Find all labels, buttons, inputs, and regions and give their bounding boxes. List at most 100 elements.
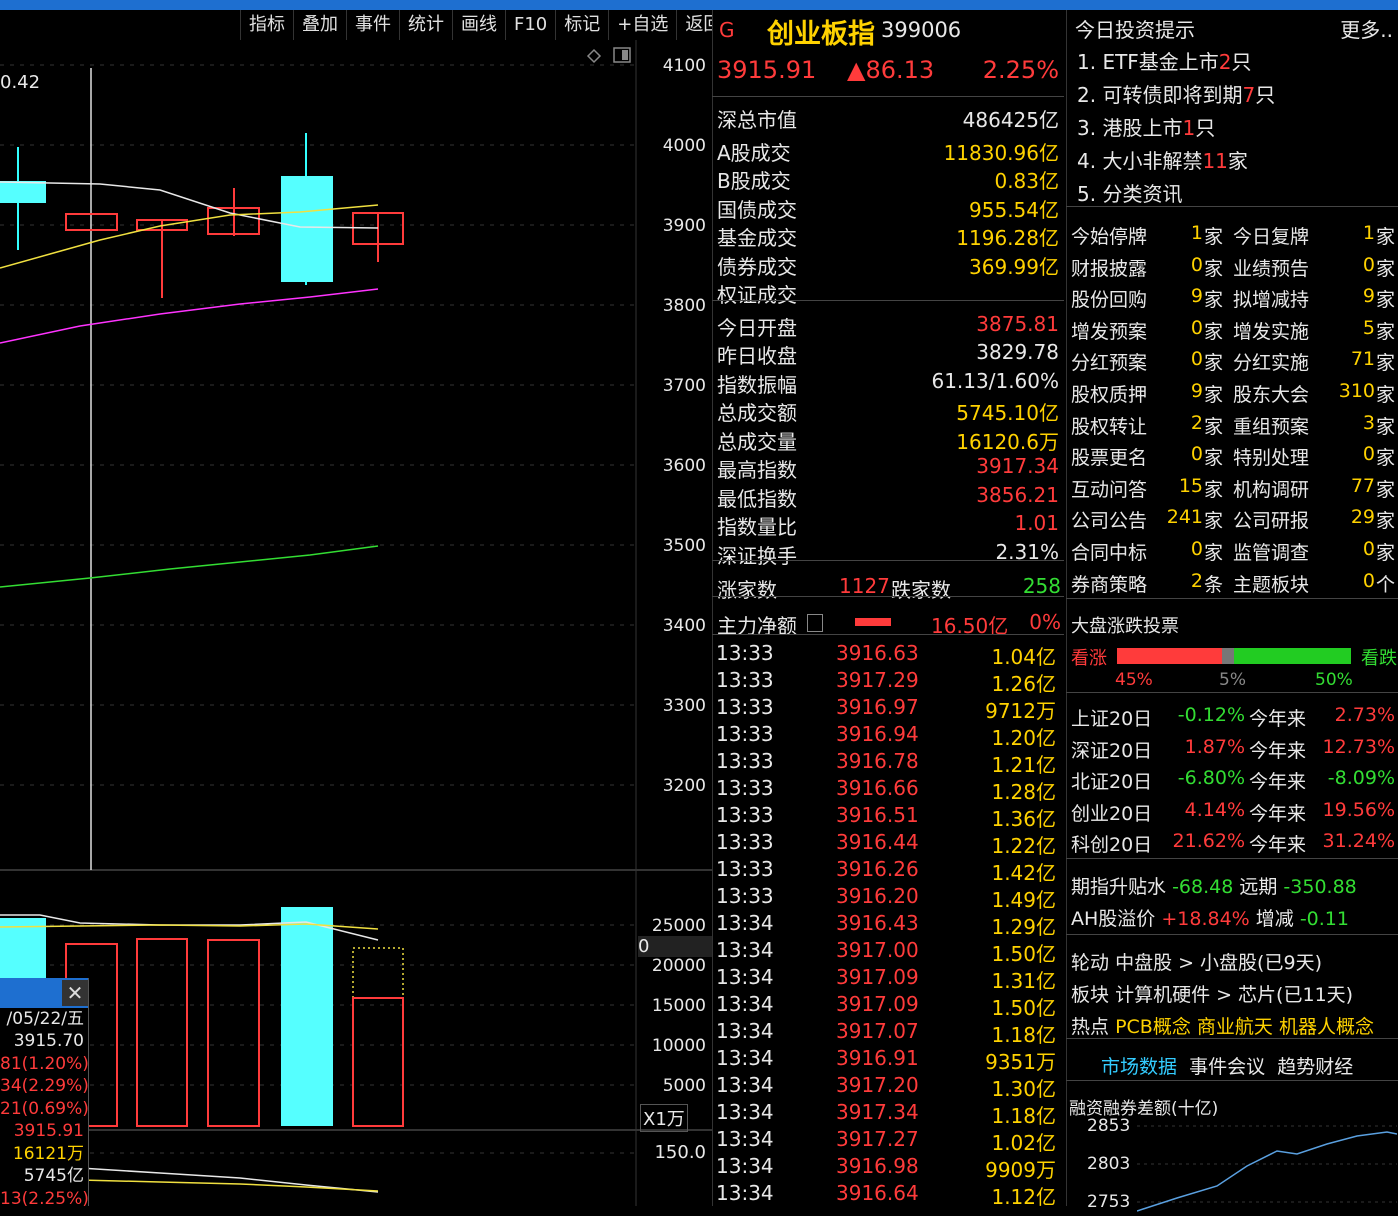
event-label[interactable]: 互动问答 [1071,475,1147,502]
tick-row[interactable]: 13:33 3916.51 1.36亿 [716,803,1060,831]
toolbar-button[interactable]: +自选 [608,10,676,40]
event-label[interactable]: 业绩预告 [1233,254,1309,281]
event-count[interactable]: 77 [1323,475,1375,497]
event-count[interactable]: 1 [1323,222,1375,244]
vote-up-label[interactable]: 看涨 [1071,644,1107,670]
vote-down-label[interactable]: 看跌 [1361,644,1397,670]
tick-row[interactable]: 13:34 3916.98 9909万 [716,1154,1060,1182]
event-count[interactable]: 71 [1323,348,1375,370]
hot-item[interactable]: 机器人概念 [1279,1016,1374,1038]
rotation-row[interactable]: 轮动 中盘股 > 小盘股(已9天) [1071,948,1322,975]
tick-row[interactable]: 13:34 3917.20 1.30亿 [716,1073,1060,1101]
event-count[interactable]: 0 [1323,254,1375,276]
event-label[interactable]: 特别处理 [1233,443,1309,470]
close-icon[interactable]: ✕ [62,980,88,1006]
hot-item[interactable]: PCB概念 [1115,1016,1191,1038]
toolbar-button[interactable]: 标记 [555,10,608,40]
tick-row[interactable]: 13:33 3916.94 1.20亿 [716,722,1060,750]
event-label[interactable]: 拟增减持 [1233,285,1309,312]
event-label[interactable]: 增发预案 [1071,317,1147,344]
event-label[interactable]: 增发实施 [1233,317,1309,344]
event-count[interactable]: 0 [1323,570,1375,592]
tick-row[interactable]: 13:34 3916.43 1.29亿 [716,911,1060,939]
event-label[interactable]: 合同中标 [1071,538,1147,565]
event-label[interactable]: 机构调研 [1233,475,1309,502]
event-count[interactable]: 0 [1163,538,1203,560]
tick-row[interactable]: 13:33 3916.66 1.28亿 [716,776,1060,804]
tips-more-link[interactable]: 更多.. [1340,14,1393,43]
event-count[interactable]: 0 [1323,538,1375,560]
toolbar-button[interactable]: 画线 [452,10,505,40]
event-label[interactable]: 股份回购 [1071,285,1147,312]
event-label[interactable]: 重组预案 [1233,412,1309,439]
tick-row[interactable]: 13:34 3917.09 1.31亿 [716,965,1060,993]
event-label[interactable]: 分红预案 [1071,348,1147,375]
event-count[interactable]: 3 [1323,412,1375,434]
event-label[interactable]: 今始停牌 [1071,222,1147,249]
tab-trend[interactable]: 趋势财经 [1277,1056,1353,1078]
event-count[interactable]: 0 [1163,348,1203,370]
tick-row[interactable]: 13:34 3917.34 1.18亿 [716,1100,1060,1128]
tick-row[interactable]: 13:34 3917.09 1.50亿 [716,992,1060,1020]
event-label[interactable]: 公司公告 [1071,506,1147,533]
tick-row[interactable]: 13:34 3916.64 1.12亿 [716,1181,1060,1209]
toolbar-button[interactable]: F10 [505,10,555,40]
stat-row: 基金成交 1196.28亿 [717,222,1059,250]
event-count[interactable]: 310 [1323,380,1375,402]
event-count[interactable]: 29 [1323,506,1375,528]
tick-row[interactable]: 13:33 3916.20 1.49亿 [716,884,1060,912]
toolbar-button[interactable]: 事件 [346,10,399,40]
tick-row[interactable]: 13:33 3916.26 1.42亿 [716,857,1060,885]
event-label[interactable]: 股东大会 [1233,380,1309,407]
event-count[interactable]: 0 [1163,317,1203,339]
tab-market-data[interactable]: 市场数据 [1101,1056,1177,1078]
event-count[interactable]: 9 [1323,285,1375,307]
event-count[interactable]: 2 [1163,412,1203,434]
event-count[interactable]: 1 [1163,222,1203,244]
tick-row[interactable]: 13:34 3917.27 1.02亿 [716,1127,1060,1155]
event-label[interactable]: 股权转让 [1071,412,1147,439]
event-label[interactable]: 今日复牌 [1233,222,1309,249]
event-count[interactable]: 15 [1163,475,1203,497]
event-count[interactable]: 0 [1163,254,1203,276]
tip-item[interactable]: 1. ETF基金上市2只 [1077,46,1252,75]
toolbar-button[interactable]: 统计 [399,10,452,40]
tick-row[interactable]: 13:34 3917.00 1.50亿 [716,938,1060,966]
tick-row[interactable]: 13:33 3917.29 1.26亿 [716,668,1060,696]
tip-item[interactable]: 3. 港股上市1只 [1077,112,1215,141]
event-label[interactable]: 财报披露 [1071,254,1147,281]
list-icon[interactable] [807,614,823,632]
event-count[interactable]: 0 [1163,443,1203,465]
event-count[interactable]: 2 [1163,570,1203,592]
tick-row[interactable]: 13:34 3917.07 1.18亿 [716,1019,1060,1047]
tick-row[interactable]: 13:34 3916.91 9351万 [716,1046,1060,1074]
toolbar-button[interactable]: 指标 [240,10,293,40]
event-label[interactable]: 公司研报 [1233,506,1309,533]
event-label[interactable]: 分红实施 [1233,348,1309,375]
event-label[interactable]: 监管调查 [1233,538,1309,565]
event-label[interactable]: 股票更名 [1071,443,1147,470]
event-label[interactable]: 券商策略 [1071,570,1147,597]
tick-row[interactable]: 13:33 3916.63 1.04亿 [716,641,1060,669]
event-count[interactable]: 0 [1323,443,1375,465]
tick-row[interactable]: 13:33 3916.44 1.22亿 [716,830,1060,858]
tick-row[interactable]: 13:33 3916.97 9712万 [716,695,1060,723]
tip-item[interactable]: 5. 分类资讯 [1077,178,1182,207]
tick-row[interactable]: 13:33 3916.78 1.21亿 [716,749,1060,777]
event-count[interactable]: 241 [1163,506,1203,528]
event-unit: 家 [1376,289,1396,312]
ah-chg: -0.11 [1299,908,1349,930]
toolbar-button[interactable]: 叠加 [293,10,346,40]
event-count[interactable]: 5 [1323,317,1375,339]
event-count[interactable]: 9 [1163,380,1203,402]
tab-events[interactable]: 事件会议 [1189,1056,1265,1078]
tip-item[interactable]: 2. 可转债即将到期7只 [1077,79,1275,108]
kline-chart-area[interactable]: 0.42 4100 4000 3900 3800 3700 3600 3500 3400 330… [0,10,712,1209]
sector-row[interactable]: 板块 计算机硬件 > 芯片(已11天) [1071,980,1353,1007]
event-label[interactable]: 主题板块 [1233,570,1309,597]
index-ytd-label: 今年来 [1249,834,1307,856]
hot-item[interactable]: 商业航天 [1197,1016,1273,1038]
event-count[interactable]: 9 [1163,285,1203,307]
event-label[interactable]: 股权质押 [1071,380,1147,407]
tip-item[interactable]: 4. 大小非解禁11家 [1077,145,1248,174]
